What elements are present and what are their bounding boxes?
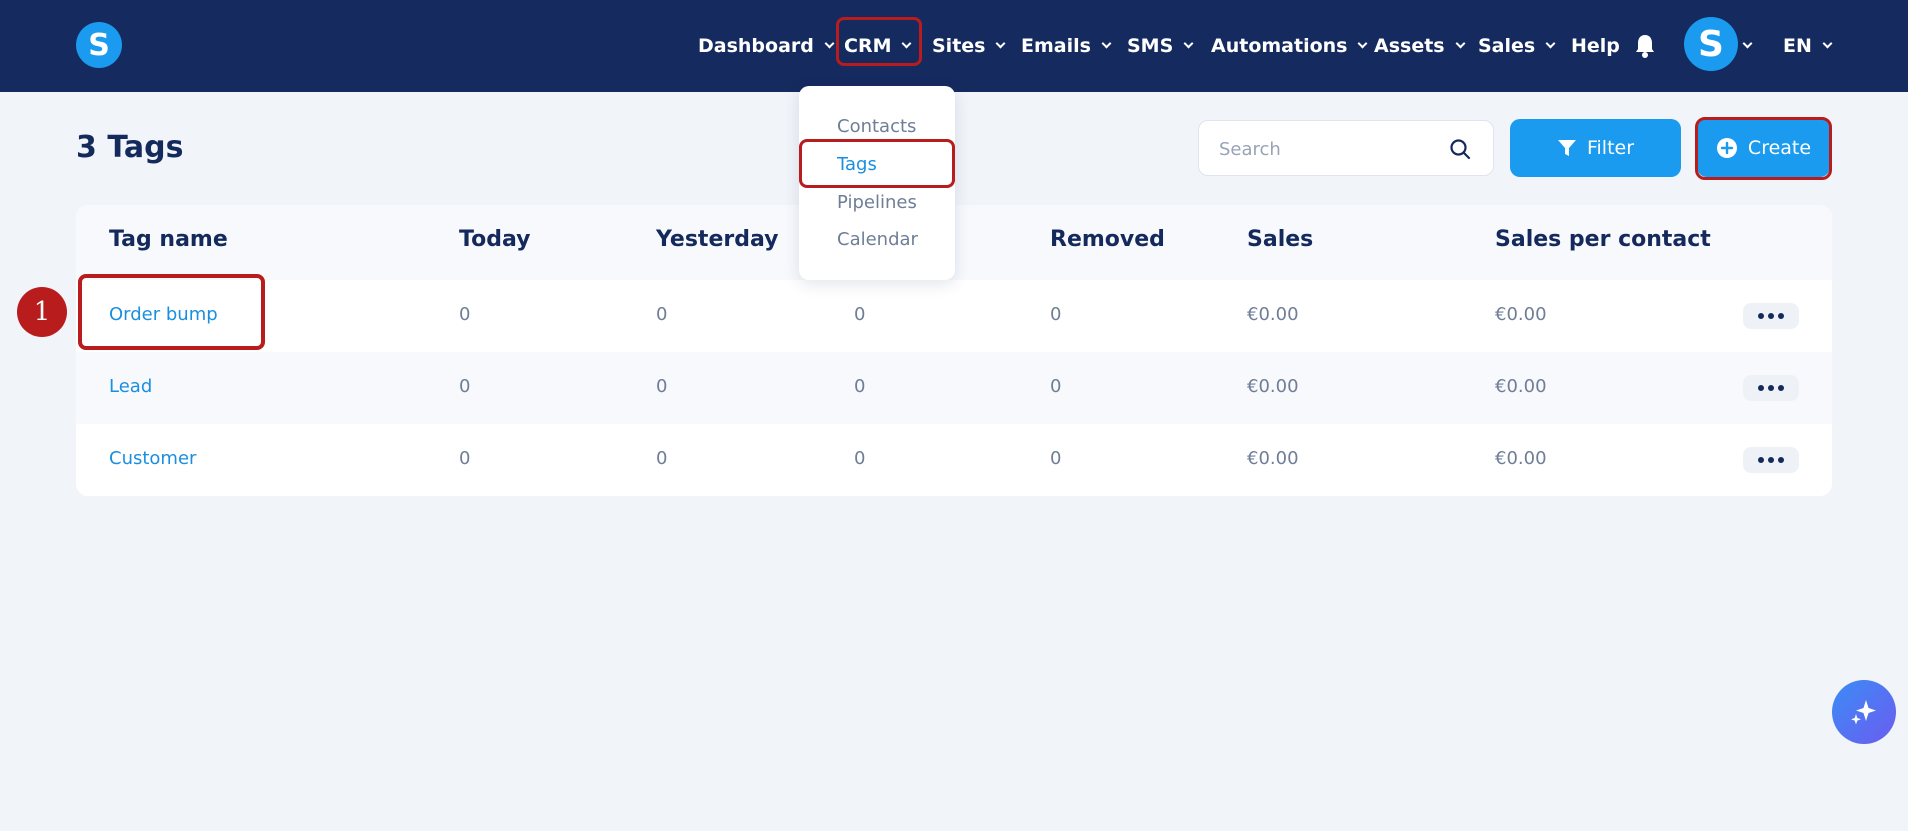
- sales-value: €0.00: [1247, 376, 1299, 397]
- sparkle-icon: [1851, 700, 1876, 725]
- chevron-down-icon: [1545, 38, 1556, 49]
- chevron-down-icon: [1358, 38, 1368, 49]
- nav-help[interactable]: Help: [1571, 0, 1620, 92]
- nav-sites[interactable]: Sites: [932, 0, 1006, 92]
- menu-item-pipelines[interactable]: Pipelines: [837, 192, 917, 213]
- table-row: Lead 0 0 0 0 €0.00 €0.00: [76, 352, 1832, 424]
- crm-dropdown-menu: Contacts Tags Pipelines Calendar: [799, 86, 955, 280]
- today-count: 0: [459, 304, 471, 325]
- yesterday-count: 0: [656, 448, 668, 469]
- menu-item-calendar[interactable]: Calendar: [837, 229, 918, 250]
- search-input[interactable]: [1219, 136, 1439, 162]
- yesterday-count: 0: [656, 376, 668, 397]
- top-navbar: S Dashboard CRM Sites Emails SMS Automat…: [0, 0, 1908, 92]
- search-box[interactable]: [1198, 120, 1494, 176]
- removed-count: 0: [1050, 376, 1062, 397]
- filter-button[interactable]: Filter: [1510, 119, 1681, 177]
- nav-emails[interactable]: Emails: [1021, 0, 1112, 92]
- hidden-column-count: 0: [854, 448, 866, 469]
- table-row: Order bump 0 0 0 0 €0.00 €0.00: [76, 280, 1832, 352]
- row-actions-button[interactable]: [1743, 303, 1799, 329]
- app-logo[interactable]: S: [76, 22, 122, 68]
- bell-icon[interactable]: [1633, 33, 1657, 59]
- ai-assistant-button[interactable]: [1832, 680, 1896, 744]
- removed-count: 0: [1050, 304, 1062, 325]
- nav-assets[interactable]: Assets: [1374, 0, 1466, 92]
- column-header-today[interactable]: Today: [459, 227, 530, 252]
- column-header-removed[interactable]: Removed: [1050, 227, 1165, 252]
- chevron-down-icon: [1455, 38, 1466, 49]
- chevron-down-icon: [824, 38, 835, 49]
- column-header-yesterday[interactable]: Yesterday: [656, 227, 778, 252]
- nav-dashboard[interactable]: Dashboard: [698, 0, 835, 92]
- chevron-down-icon: [1101, 38, 1112, 49]
- tag-name-link[interactable]: Customer: [109, 448, 196, 469]
- menu-item-contacts[interactable]: Contacts: [837, 116, 916, 137]
- page-title: 3 Tags: [76, 130, 184, 165]
- sales-value: €0.00: [1247, 304, 1299, 325]
- step-number-badge: 1: [17, 287, 67, 337]
- sales-per-contact-value: €0.00: [1495, 448, 1547, 469]
- nav-sms[interactable]: SMS: [1127, 0, 1194, 92]
- table-row: Customer 0 0 0 0 €0.00 €0.00: [76, 424, 1832, 496]
- crm-highlight-box: [836, 17, 922, 66]
- column-header-tag-name[interactable]: Tag name: [109, 227, 228, 252]
- search-icon[interactable]: [1449, 138, 1471, 160]
- yesterday-count: 0: [656, 304, 668, 325]
- sales-per-contact-value: €0.00: [1495, 376, 1547, 397]
- chevron-down-icon: [996, 38, 1006, 49]
- today-count: 0: [459, 376, 471, 397]
- column-header-sales[interactable]: Sales: [1247, 227, 1313, 252]
- row-actions-button[interactable]: [1743, 375, 1799, 401]
- hidden-column-count: 0: [854, 376, 866, 397]
- chevron-down-icon: [1183, 38, 1194, 49]
- create-highlight-box: [1695, 117, 1832, 180]
- account-menu-toggle[interactable]: [1742, 0, 1753, 92]
- sales-per-contact-value: €0.00: [1495, 304, 1547, 325]
- tags-highlight-box: [799, 139, 955, 188]
- chevron-down-icon: [1742, 38, 1753, 49]
- user-avatar[interactable]: S: [1684, 17, 1738, 71]
- language-selector[interactable]: EN: [1783, 0, 1833, 92]
- column-header-sales-per-contact[interactable]: Sales per contact: [1495, 227, 1711, 252]
- row-actions-button[interactable]: [1743, 447, 1799, 473]
- nav-automations[interactable]: Automations: [1211, 0, 1368, 92]
- removed-count: 0: [1050, 448, 1062, 469]
- tag-name-link[interactable]: Lead: [109, 376, 152, 397]
- order-bump-highlight-box: [78, 274, 265, 350]
- chevron-down-icon: [1822, 38, 1833, 49]
- sales-value: €0.00: [1247, 448, 1299, 469]
- hidden-column-count: 0: [854, 304, 866, 325]
- nav-sales[interactable]: Sales: [1478, 0, 1556, 92]
- today-count: 0: [459, 448, 471, 469]
- filter-icon: [1557, 140, 1576, 156]
